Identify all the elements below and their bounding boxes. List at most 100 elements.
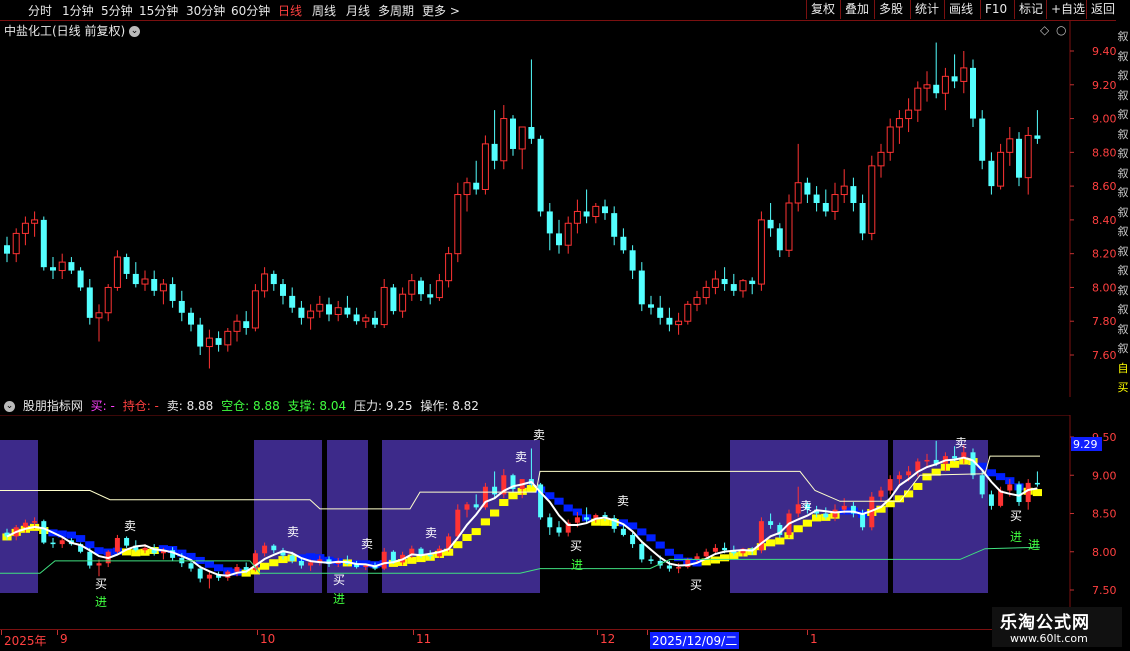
candle-body (491, 143, 498, 161)
candle-body (344, 307, 351, 315)
candle-body (197, 324, 204, 347)
y-tick-label: 9.20 (1092, 79, 1116, 92)
buy-signal: 买 (570, 539, 582, 553)
sell-signal: 卖 (361, 537, 373, 551)
candle-body (648, 559, 654, 561)
candle-body (104, 286, 112, 314)
period-tab[interactable]: 60分钟 (231, 2, 270, 19)
chevron-down-icon[interactable]: ⌄ (4, 401, 15, 412)
candle-body (693, 297, 701, 305)
toolbar-button[interactable]: 返回 (1086, 0, 1119, 19)
period-tab[interactable]: 更多 > (422, 2, 460, 19)
candle-body (722, 547, 728, 551)
candle-body (831, 194, 839, 212)
indicator-name[interactable]: 股朋指标网 (23, 399, 83, 413)
candle-body (21, 222, 29, 234)
candle-body (1006, 138, 1014, 153)
trend-step (720, 554, 730, 562)
candle-body (666, 317, 673, 325)
trend-step (508, 492, 518, 500)
candle-body (4, 245, 10, 254)
candle-body (251, 290, 259, 329)
circle-icon[interactable]: ○ (1056, 23, 1066, 37)
candle-body (215, 338, 222, 345)
indicator-chart[interactable]: 9.509.008.508.007.509.29卖 卖卖卖卖卖卖 卖卖买 买买买买进进… (0, 415, 1116, 629)
side-char: 买 (1117, 381, 1129, 394)
candle-body (243, 321, 250, 328)
toolbar-button[interactable]: 多股 (874, 0, 907, 19)
indicator-pressure: 压力: 9.25 (353, 399, 413, 413)
toolbar-button[interactable]: 画线 (944, 0, 977, 19)
diamond-icon[interactable]: ◇ (1040, 23, 1050, 37)
side-char: 叙 (1117, 30, 1129, 43)
candle-body (676, 567, 682, 569)
candle-body (289, 295, 296, 308)
candle-body (372, 317, 378, 325)
main-kline-chart[interactable]: 9.40 9.20 9.00 8.80 8.60 8.40 8.20 8.00 7.80 7.60… (0, 20, 1116, 397)
date-label: 2025/12/09/二 (650, 632, 740, 649)
period-tab[interactable]: 1分钟 (62, 2, 94, 19)
toolbar-button[interactable]: 复权 (806, 0, 839, 19)
toolbar-button[interactable]: 统计 (910, 0, 943, 19)
period-tab[interactable]: 周线 (312, 2, 336, 19)
candle-body (271, 545, 277, 551)
candle-body (1025, 482, 1031, 503)
candle-body (188, 312, 194, 325)
candle-body (141, 278, 149, 285)
candle-body (124, 537, 130, 546)
period-tab[interactable]: 分时 (28, 2, 52, 19)
candle-body (951, 76, 958, 82)
candle-body (41, 521, 47, 543)
trend-step (775, 537, 785, 545)
trend-step (407, 556, 417, 564)
date-tick (257, 630, 258, 635)
candle-body (334, 307, 342, 315)
trend-step (490, 509, 500, 517)
candle-body (730, 284, 737, 291)
toolbar-button[interactable]: 叠加 (840, 0, 873, 19)
candle-body (979, 118, 986, 161)
candle-body (850, 186, 857, 203)
y-tick-label: 9.00 (1092, 113, 1116, 126)
candle-body (583, 211, 590, 217)
candle-body (234, 567, 240, 572)
period-tab[interactable]: 30分钟 (186, 2, 225, 19)
candle-body (804, 182, 811, 195)
side-char: 叙 (1117, 166, 1129, 180)
candle-body (151, 279, 158, 291)
candle-body (906, 471, 912, 476)
date-tick (413, 630, 414, 635)
date-label: 1 (810, 632, 818, 646)
period-toolbar: 分时 1分钟 5分钟 15分钟 30分钟 60分钟 日线 周线 月线 多周期 更多 > 复权 叠加 多股… (0, 0, 1130, 21)
toolbar-button[interactable]: 标记 (1014, 0, 1047, 19)
candle-body (86, 287, 93, 318)
y-tick-label: 8.50 (1092, 508, 1116, 521)
toolbar-button[interactable]: F10 (980, 0, 1011, 19)
toolbar-button[interactable]: +自选 (1046, 0, 1089, 19)
trend-step (793, 525, 803, 533)
period-tab[interactable]: 5分钟 (101, 2, 133, 19)
candle-body (666, 565, 672, 569)
candle-body (877, 151, 885, 167)
side-char: 叙 (1117, 49, 1129, 63)
trend-step (766, 539, 776, 547)
date-axis: 2025年 9 10 11 12 2025/12/09/二 1 (0, 629, 1070, 651)
candle-body (32, 521, 38, 523)
candle-body (923, 84, 931, 89)
period-tab[interactable]: 多周期 (378, 2, 414, 19)
side-char: 叙 (1117, 283, 1129, 297)
trend-step (214, 564, 224, 572)
candle-body (418, 548, 424, 555)
candle-body (353, 314, 360, 322)
trend-step (462, 533, 472, 541)
trend-step (950, 460, 960, 468)
period-tab[interactable]: 月线 (346, 2, 370, 19)
y-tick-label: 8.40 (1092, 214, 1116, 227)
sell-signal: 卖 (955, 436, 967, 450)
period-tab[interactable]: 15分钟 (139, 2, 178, 19)
candle-body (298, 307, 305, 318)
indicator-support: 支撑: 8.04 (287, 399, 347, 413)
candle-body (261, 273, 269, 292)
period-tab[interactable]: 日线 (278, 2, 302, 19)
side-char: 叙 (1117, 322, 1129, 336)
